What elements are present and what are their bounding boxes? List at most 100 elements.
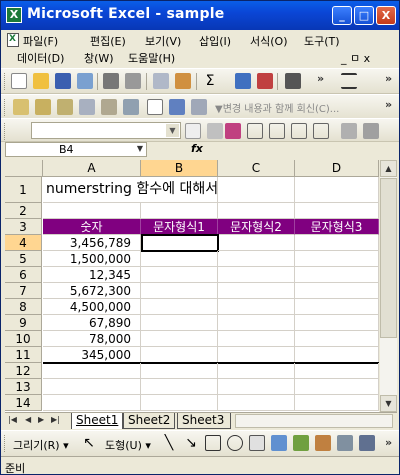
- cell-d4[interactable]: [295, 235, 379, 251]
- arrow-icon[interactable]: ↘: [183, 435, 199, 451]
- row-header-8[interactable]: 8: [5, 299, 42, 315]
- cell-c9[interactable]: [218, 315, 295, 331]
- cell-b10[interactable]: [141, 331, 218, 347]
- cell-b7[interactable]: [141, 283, 218, 299]
- toolbar-grip[interactable]: [4, 73, 7, 90]
- cell-b2[interactable]: [141, 203, 218, 219]
- style-dropdown[interactable]: ▼: [31, 122, 181, 139]
- autosum-icon[interactable]: Σ: [202, 73, 218, 89]
- formula-input[interactable]: [207, 142, 397, 157]
- row-header-5[interactable]: 5: [5, 251, 42, 267]
- menu-view[interactable]: 보기(V): [145, 33, 181, 49]
- cell-c10[interactable]: [218, 331, 295, 347]
- cell-a10[interactable]: 78,000: [43, 331, 141, 347]
- borders-icon[interactable]: [247, 123, 263, 139]
- cell-a2[interactable]: [43, 203, 141, 219]
- oval-icon[interactable]: [227, 435, 243, 451]
- title-bar[interactable]: X Microsoft Excel - sample _ □ X: [1, 1, 399, 30]
- cell-a8[interactable]: 4,500,000: [43, 299, 141, 315]
- cell-d5[interactable]: [295, 251, 379, 267]
- cell-c14[interactable]: [218, 395, 295, 411]
- column-header-b[interactable]: B: [141, 160, 218, 177]
- vertical-scrollbar[interactable]: ▲ ▼: [380, 160, 397, 412]
- row-header-3[interactable]: 3: [5, 219, 42, 235]
- review-icon-8[interactable]: [169, 99, 185, 115]
- maximize-button[interactable]: □: [354, 6, 374, 25]
- cell-d10[interactable]: [295, 331, 379, 347]
- menu-help[interactable]: 도움말(H): [128, 50, 175, 66]
- cell-b4-selected[interactable]: [141, 234, 219, 252]
- autoshapes-button[interactable]: 도형(U) ▾: [105, 437, 151, 453]
- row-header-6[interactable]: 6: [5, 267, 42, 283]
- chevron-down-icon[interactable]: ▼: [137, 144, 143, 153]
- textbox-icon[interactable]: [249, 435, 265, 451]
- close-button[interactable]: X: [376, 6, 396, 25]
- toolbar-grip[interactable]: [4, 123, 7, 140]
- reply-with-changes-label[interactable]: ▼변경 내용과 함께 회신(C)...: [215, 100, 339, 115]
- cell-c4[interactable]: [218, 235, 295, 251]
- last-sheet-icon[interactable]: ▶|: [51, 415, 60, 424]
- sort-descending-icon[interactable]: [257, 73, 273, 89]
- header-cell-format1[interactable]: 문자형식1: [141, 219, 218, 235]
- select-objects-icon[interactable]: ↖: [81, 435, 97, 451]
- wordart-icon[interactable]: [271, 435, 287, 451]
- header-cell-format3[interactable]: 문자형식3: [295, 219, 379, 235]
- cell-b13[interactable]: [141, 379, 218, 395]
- cell-a13[interactable]: [43, 379, 141, 395]
- cell-a9[interactable]: 67,890: [43, 315, 141, 331]
- name-box[interactable]: B4 ▼: [5, 142, 147, 157]
- review-icon-1[interactable]: [13, 99, 29, 115]
- horizontal-scrollbar[interactable]: [235, 414, 393, 428]
- tab-sheet1[interactable]: Sheet1: [71, 413, 124, 429]
- menu-insert[interactable]: 삽입(I): [199, 33, 231, 49]
- toolbar-options-chevron-icon[interactable]: »: [385, 98, 392, 111]
- format-icon-1[interactable]: [185, 123, 201, 139]
- cell-d7[interactable]: [295, 283, 379, 299]
- toolbar-grip[interactable]: [4, 435, 7, 452]
- row-header-14[interactable]: 14: [5, 395, 42, 411]
- prev-sheet-icon[interactable]: ◀: [25, 415, 31, 424]
- fx-icon[interactable]: fx: [191, 142, 203, 155]
- diagram-icon[interactable]: [293, 435, 309, 451]
- rectangle-icon[interactable]: [205, 435, 221, 451]
- review-icon-2[interactable]: [35, 99, 51, 115]
- scroll-up-icon[interactable]: ▲: [380, 160, 397, 177]
- row-header-7[interactable]: 7: [5, 283, 42, 299]
- cell-d6[interactable]: [295, 267, 379, 283]
- review-icon-5[interactable]: [101, 99, 117, 115]
- row-header-12[interactable]: 12: [5, 363, 42, 379]
- cell-a14[interactable]: [43, 395, 141, 411]
- cell-a4[interactable]: 3,456,789: [43, 235, 141, 251]
- review-icon-3[interactable]: [57, 99, 73, 115]
- cell-b6[interactable]: [141, 267, 218, 283]
- row-header-10[interactable]: 10: [5, 331, 42, 347]
- cell-a12[interactable]: [43, 363, 141, 379]
- save-icon[interactable]: [55, 73, 71, 89]
- header-cell-number[interactable]: 숫자: [43, 219, 141, 235]
- cell-c12[interactable]: [218, 363, 295, 379]
- column-header-d[interactable]: D: [295, 160, 379, 177]
- menu-file[interactable]: 파일(F): [23, 33, 58, 49]
- cell-c5[interactable]: [218, 251, 295, 267]
- toolbar-grip[interactable]: [4, 99, 7, 116]
- row-header-2[interactable]: 2: [5, 203, 42, 219]
- cell-c7[interactable]: [218, 283, 295, 299]
- cell-d14[interactable]: [295, 395, 379, 411]
- cell-d9[interactable]: [295, 315, 379, 331]
- track-changes-icon[interactable]: [147, 99, 163, 115]
- cell-d11[interactable]: [295, 347, 379, 363]
- open-icon[interactable]: [33, 73, 49, 89]
- cell-c8[interactable]: [218, 299, 295, 315]
- cell-c11[interactable]: [218, 347, 295, 363]
- cell-a6[interactable]: 12,345: [43, 267, 141, 283]
- cell-a7[interactable]: 5,672,300: [43, 283, 141, 299]
- chevron-down-icon[interactable]: ▼: [166, 124, 179, 137]
- sort-ascending-icon[interactable]: [235, 73, 251, 89]
- print-icon[interactable]: [103, 73, 119, 89]
- table-icon[interactable]: [269, 123, 285, 139]
- review-icon-6[interactable]: [123, 99, 139, 115]
- cell-a5[interactable]: 1,500,000: [43, 251, 141, 267]
- cell-b14[interactable]: [141, 395, 218, 411]
- cell-b5[interactable]: [141, 251, 218, 267]
- scroll-down-icon[interactable]: ▼: [380, 395, 397, 412]
